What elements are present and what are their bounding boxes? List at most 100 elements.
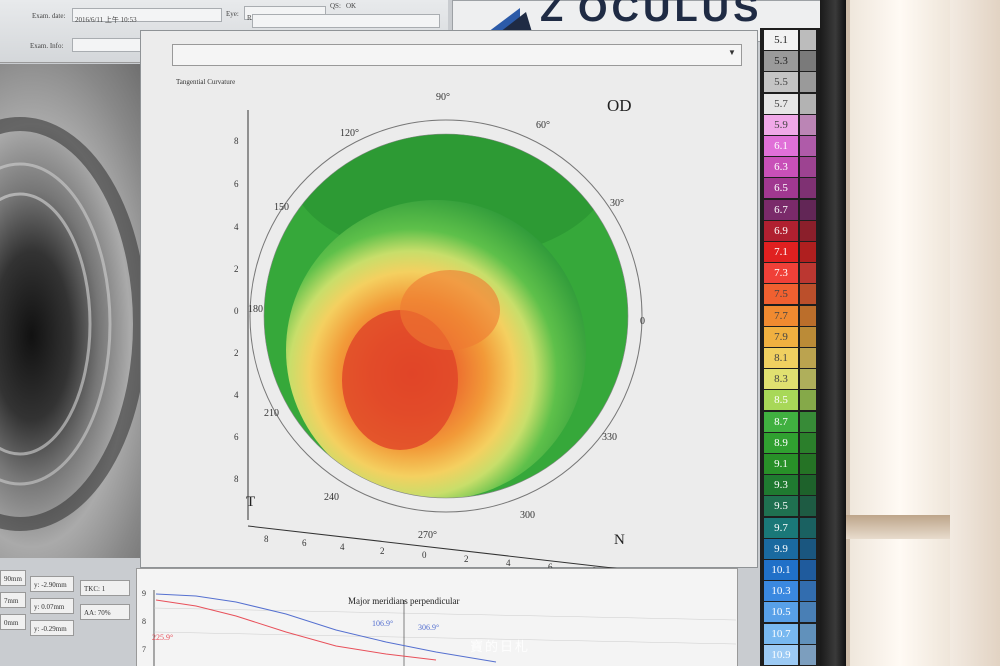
angle-150: 150 (274, 202, 289, 213)
scale-bar (800, 475, 816, 496)
scale-swatch: 7.9 (764, 326, 798, 347)
info-y2: y: 0.07mm (30, 598, 74, 614)
scale-bar (800, 390, 816, 411)
scale-swatch: 6.5 (764, 178, 798, 199)
info-y3: y: -0.29mm (30, 620, 74, 636)
scale-bar (800, 136, 816, 156)
eye-rings (0, 117, 147, 531)
logo-text-z: Z (540, 0, 568, 30)
angle-210: 210 (264, 408, 279, 419)
scale-swatch: 8.1 (764, 348, 798, 368)
scale-swatch: 8.9 (764, 432, 798, 453)
scale-swatch: 5.9 (764, 114, 798, 135)
scale-swatch: 9.7 (764, 517, 798, 538)
angle-30: 30° (610, 198, 624, 209)
x-tick: 4 (340, 542, 345, 552)
y-tick: 6 (234, 432, 239, 442)
y-tick: 8 (234, 474, 239, 484)
angle-240: 240 (324, 492, 339, 503)
info-tkc: TKC: 1 (80, 580, 130, 596)
topography-map: 90° 60° 30° 0 330 300 270° 240 210 180 1… (234, 92, 645, 576)
y-tick: 8 (234, 136, 239, 146)
scale-swatch: 7.1 (764, 242, 798, 262)
eye-camera-image (0, 64, 160, 558)
chevron-down-icon[interactable]: ▼ (728, 48, 736, 57)
x-tick: 0 (422, 550, 427, 560)
info-x3: 0mm (0, 614, 26, 630)
scale-bar (800, 538, 816, 559)
scale-bar (800, 602, 816, 623)
scale-swatch: 10.3 (764, 581, 798, 602)
x-tick: 2 (464, 554, 469, 564)
scale-swatch: 6.1 (764, 136, 798, 156)
lamp-band (840, 515, 950, 539)
y-tick: 0 (234, 306, 239, 316)
graph-y-label: 7 (142, 645, 146, 654)
scale-bar (800, 157, 816, 178)
x-axis (247, 525, 631, 571)
scale-bar (800, 30, 816, 50)
exam-date-field[interactable]: 2016/6/11 上午 10:53 (72, 8, 222, 24)
angle-120: 120° (340, 128, 359, 139)
meridian-plot: 9 8 7 225.9° 106.9° 306.9° (142, 589, 736, 666)
watermark: 寶的日札 (470, 639, 531, 654)
scale-swatch: 8.7 (764, 411, 798, 432)
qs-value: OK (346, 2, 357, 10)
exam-date-value: 2016/6/11 上午 10:53 (75, 16, 137, 24)
blue-meridian-line (155, 593, 497, 663)
scale-swatch: 5.3 (764, 51, 798, 72)
scale-swatch: 10.5 (764, 602, 798, 623)
angle-60: 60° (536, 120, 550, 131)
scale-bar (800, 51, 816, 72)
scale-swatch: 9.5 (764, 496, 798, 517)
graph-y-label: 8 (142, 617, 146, 626)
scale-bar (800, 623, 816, 644)
scale-bar (800, 242, 816, 262)
monitor-screen: Exam. date: 2016/6/11 上午 10:53 Eye: Righ… (0, 0, 822, 666)
scale-swatch: 7.7 (764, 305, 798, 326)
angle-90: 90° (436, 92, 450, 103)
angle-330: 330 (602, 432, 617, 443)
info-aa: AA: 70% (80, 604, 130, 620)
scale-bar (800, 454, 816, 474)
y-tick: 6 (234, 179, 239, 189)
scale-swatch: 7.5 (764, 284, 798, 305)
scale-swatch: 9.9 (764, 538, 798, 559)
scale-bar (800, 644, 816, 665)
scale-bar (800, 114, 816, 135)
graph-label-blue-2: 306.9° (418, 623, 439, 632)
logo-text: OCULUS (578, 0, 763, 30)
y-tick: 4 (234, 390, 239, 400)
scale-bar (800, 581, 816, 602)
scale-bar (800, 326, 816, 347)
graph-label-blue-1: 106.9° (372, 619, 393, 628)
exam-info-label: Exam. Info: (30, 42, 64, 50)
scale-bar (800, 284, 816, 305)
y-tick: 2 (234, 348, 239, 358)
scale-swatch: 5.1 (764, 30, 798, 50)
scale-bar (800, 496, 816, 517)
scale-swatch: 6.3 (764, 157, 798, 178)
x-tick: 4 (506, 558, 511, 568)
scale-bar (800, 369, 816, 390)
info-y1: y: -2.90mm (30, 576, 74, 592)
scale-bar (800, 432, 816, 453)
scale-bar (800, 305, 816, 326)
scale-bar (800, 199, 816, 220)
monitor-bezel (820, 0, 846, 666)
angle-180: 180 (248, 304, 263, 315)
scale-bar (800, 220, 816, 241)
graph-label-red: 225.9° (152, 633, 173, 642)
qs-label: QS: (330, 2, 341, 10)
scale-bar (800, 263, 816, 284)
map-type-dropdown[interactable] (172, 44, 742, 66)
graph-y-label: 9 (142, 589, 146, 598)
y-tick-labels: 8 6 4 2 0 2 4 6 8 (234, 136, 239, 484)
x-tick: 6 (302, 538, 307, 548)
scale-bar (800, 72, 816, 93)
exam-date-label: Exam. date: (32, 12, 66, 20)
scale-swatch: 6.9 (764, 220, 798, 241)
curvature-heatmap (264, 134, 628, 498)
comment-field[interactable] (252, 14, 440, 28)
info-x2: 7mm (0, 592, 26, 608)
